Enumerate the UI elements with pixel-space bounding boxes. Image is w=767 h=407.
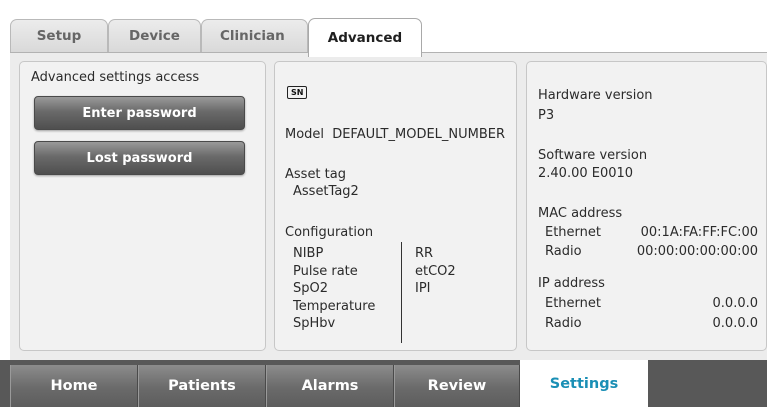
nav-alarms[interactable]: Alarms [266,365,394,407]
software-version-label: Software version [538,148,648,163]
lost-password-button[interactable]: Lost password [34,141,245,175]
config-item: SpO2 [293,281,329,296]
config-item: RR [415,246,434,261]
mac-ethernet-row: Ethernet 00:1A:FA:FF:FC:00 [545,225,758,240]
model-label: Model [285,127,325,142]
model-value: DEFAULT_MODEL_NUMBER [332,127,506,142]
top-tab-bar: Setup Device Clinician Advanced [0,0,767,57]
config-item: SpHbv [293,316,336,331]
hardware-version-label: Hardware version [538,88,653,103]
nav-patients[interactable]: Patients [138,365,266,407]
tab-advanced[interactable]: Advanced [308,18,422,57]
config-item: IPI [415,281,431,296]
mac-ethernet-label: Ethernet [545,225,601,240]
software-version-value: 2.40.00 E0010 [538,166,634,181]
config-column-divider [401,242,402,343]
config-list-primary: NIBP Pulse rate SpO2 Temperature SpHbv [293,245,375,333]
tab-device[interactable]: Device [108,19,201,52]
nav-home[interactable]: Home [10,365,138,407]
tab-clinician[interactable]: Clinician [201,19,308,52]
configuration-label: Configuration [285,225,374,240]
mac-address-label: MAC address [538,206,623,221]
ip-radio-value: 0.0.0.0 [712,316,758,331]
ip-address-label: IP address [538,276,605,291]
ip-radio-label: Radio [545,316,582,331]
serial-number-badge: SN [287,86,308,99]
ip-ethernet-row: Ethernet 0.0.0.0 [545,296,758,311]
tab-setup[interactable]: Setup [10,19,108,52]
version-network-panel: Hardware version P3 Software version 2.4… [526,61,767,351]
mac-ethernet-value: 00:1A:FA:FF:FC:00 [640,225,758,240]
bottom-nav-bar: Home Patients Alarms Review Settings [0,360,767,407]
config-item: etCO2 [415,263,456,279]
mac-radio-label: Radio [545,244,582,259]
device-info-panel: SN Model DEFAULT_MODEL_NUMBER Asset tag … [274,61,517,351]
config-list-secondary: RR etCO2 IPI [415,245,456,298]
hardware-version-value: P3 [538,108,555,123]
config-item: Pulse rate [293,263,358,279]
asset-tag-value: AssetTag2 [293,184,359,199]
config-item: NIBP [293,246,324,261]
nav-review[interactable]: Review [394,365,520,407]
mac-radio-row: Radio 00:00:00:00:00:00 [545,244,758,259]
nav-settings[interactable]: Settings [520,360,648,407]
advanced-content: Advanced settings access Enter password … [10,53,767,360]
ip-ethernet-label: Ethernet [545,296,601,311]
enter-password-button[interactable]: Enter password [34,96,245,130]
advanced-access-heading: Advanced settings access [31,70,200,85]
ip-ethernet-value: 0.0.0.0 [712,296,758,311]
ip-radio-row: Radio 0.0.0.0 [545,316,758,331]
config-item: Temperature [293,298,376,314]
mac-radio-value: 00:00:00:00:00:00 [636,244,758,259]
model-row: Model DEFAULT_MODEL_NUMBER [285,127,505,142]
advanced-access-panel: Advanced settings access Enter password … [19,61,266,351]
asset-tag-label: Asset tag [285,167,346,182]
